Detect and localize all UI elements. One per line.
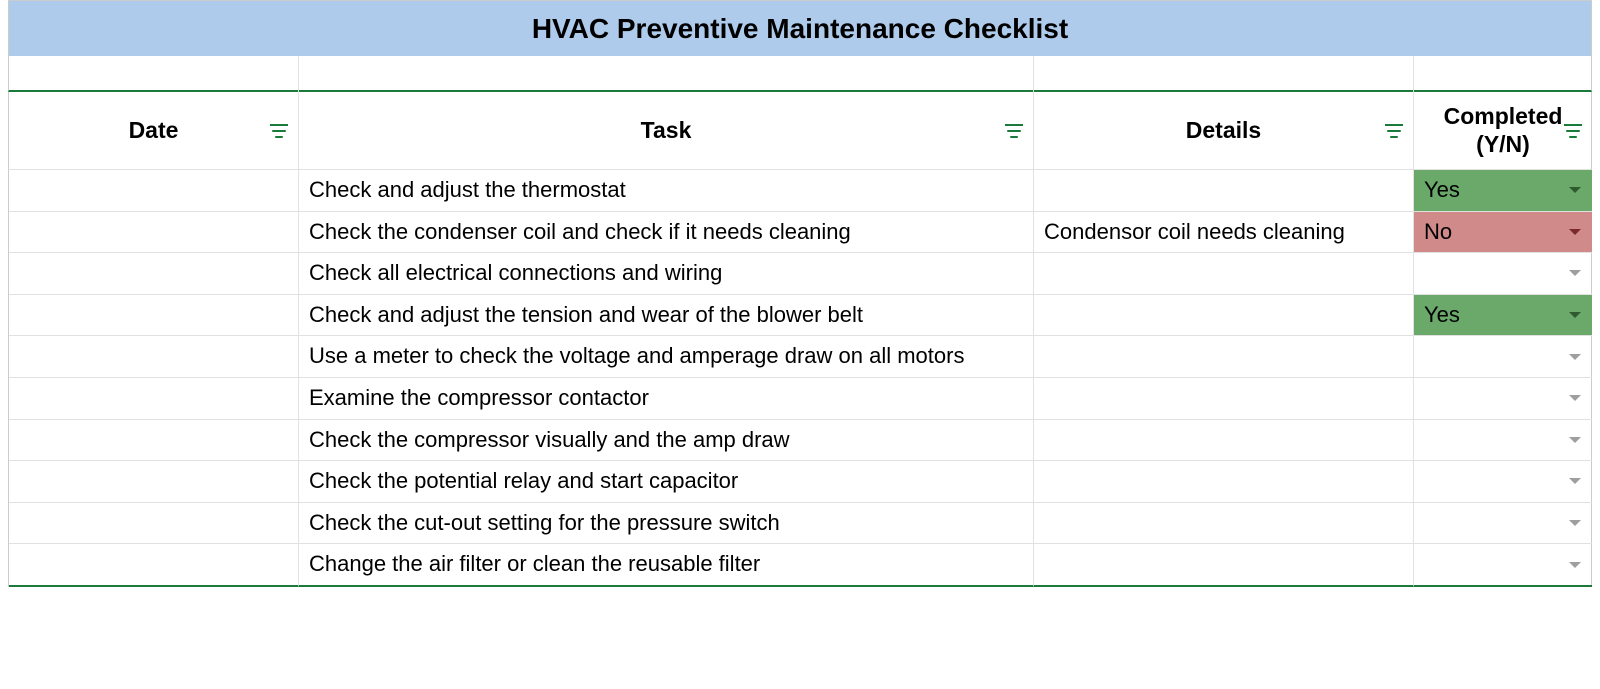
header-details-label: Details bbox=[1044, 117, 1403, 145]
filter-icon[interactable] bbox=[1005, 124, 1023, 138]
cell-completed[interactable] bbox=[1414, 544, 1592, 587]
cell-date[interactable] bbox=[9, 503, 299, 545]
sheet-title-cell[interactable]: HVAC Preventive Maintenance Checklist bbox=[8, 0, 1592, 56]
spreadsheet-grid: HVAC Preventive Maintenance Checklist Da… bbox=[8, 0, 1592, 587]
cell-details[interactable] bbox=[1034, 295, 1414, 337]
cell-completed[interactable] bbox=[1414, 420, 1592, 462]
completed-value: No bbox=[1424, 218, 1582, 247]
chevron-down-icon[interactable] bbox=[1568, 560, 1582, 570]
header-details[interactable]: Details bbox=[1034, 92, 1414, 170]
filter-icon[interactable] bbox=[1385, 124, 1403, 138]
header-completed[interactable]: Completed (Y/N) bbox=[1414, 92, 1592, 170]
cell-completed[interactable] bbox=[1414, 461, 1592, 503]
table-row: Change the air filter or clean the reusa… bbox=[8, 544, 1592, 587]
table-row: Check the condenser coil and check if it… bbox=[8, 212, 1592, 254]
header-row: Date Task Details Completed (Y/N) bbox=[8, 92, 1592, 170]
cell-date[interactable] bbox=[9, 253, 299, 295]
table-row: Check the potential relay and start capa… bbox=[8, 461, 1592, 503]
cell-task[interactable]: Change the air filter or clean the reusa… bbox=[299, 544, 1034, 587]
cell-completed[interactable] bbox=[1414, 336, 1592, 378]
cell-task[interactable]: Check the condenser coil and check if it… bbox=[299, 212, 1034, 254]
cell-date[interactable] bbox=[9, 420, 299, 462]
header-completed-label: Completed (Y/N) bbox=[1424, 103, 1582, 158]
chevron-down-icon[interactable] bbox=[1568, 227, 1582, 237]
cell-completed[interactable]: Yes bbox=[1414, 170, 1592, 212]
completed-value: Yes bbox=[1424, 301, 1582, 330]
chevron-down-icon[interactable] bbox=[1568, 310, 1582, 320]
cell-completed[interactable] bbox=[1414, 378, 1592, 420]
table-row: Check the compressor visually and the am… bbox=[8, 420, 1592, 462]
chevron-down-icon[interactable] bbox=[1568, 393, 1582, 403]
cell-date[interactable] bbox=[9, 378, 299, 420]
cell-date[interactable] bbox=[9, 170, 299, 212]
chevron-down-icon[interactable] bbox=[1568, 518, 1582, 528]
table-row: Use a meter to check the voltage and amp… bbox=[8, 336, 1592, 378]
cell-task[interactable]: Check the cut-out setting for the pressu… bbox=[299, 503, 1034, 545]
chevron-down-icon[interactable] bbox=[1568, 476, 1582, 486]
cell-details[interactable] bbox=[1034, 544, 1414, 587]
header-date[interactable]: Date bbox=[9, 92, 299, 170]
table-row: Check and adjust the tension and wear of… bbox=[8, 295, 1592, 337]
cell-details[interactable] bbox=[1034, 336, 1414, 378]
completed-value: Yes bbox=[1424, 176, 1582, 205]
cell-task[interactable]: Check and adjust the tension and wear of… bbox=[299, 295, 1034, 337]
cell-date[interactable] bbox=[9, 295, 299, 337]
cell-details[interactable] bbox=[1034, 253, 1414, 295]
table-row: Check all electrical connections and wir… bbox=[8, 253, 1592, 295]
table-row: Check the cut-out setting for the pressu… bbox=[8, 503, 1592, 545]
cell-task[interactable]: Check and adjust the thermostat bbox=[299, 170, 1034, 212]
filter-icon[interactable] bbox=[1564, 124, 1582, 138]
cell-task[interactable]: Check the potential relay and start capa… bbox=[299, 461, 1034, 503]
filter-icon[interactable] bbox=[270, 124, 288, 138]
cell-task[interactable]: Use a meter to check the voltage and amp… bbox=[299, 336, 1034, 378]
cell-details[interactable] bbox=[1034, 170, 1414, 212]
cell-date[interactable] bbox=[9, 212, 299, 254]
cell-completed[interactable]: Yes bbox=[1414, 295, 1592, 337]
cell-details[interactable] bbox=[1034, 420, 1414, 462]
header-task[interactable]: Task bbox=[299, 92, 1034, 170]
table-body: Check and adjust the thermostatYesCheck … bbox=[8, 170, 1592, 587]
chevron-down-icon[interactable] bbox=[1568, 185, 1582, 195]
cell-task[interactable]: Check the compressor visually and the am… bbox=[299, 420, 1034, 462]
cell-completed[interactable] bbox=[1414, 503, 1592, 545]
chevron-down-icon[interactable] bbox=[1568, 435, 1582, 445]
chevron-down-icon[interactable] bbox=[1568, 352, 1582, 362]
cell-details[interactable] bbox=[1034, 503, 1414, 545]
cell-completed[interactable]: No bbox=[1414, 212, 1592, 254]
chevron-down-icon[interactable] bbox=[1568, 268, 1582, 278]
cell-details[interactable]: Condensor coil needs cleaning bbox=[1034, 212, 1414, 254]
cell-details[interactable] bbox=[1034, 461, 1414, 503]
cell-task[interactable]: Check all electrical connections and wir… bbox=[299, 253, 1034, 295]
header-task-label: Task bbox=[309, 117, 1023, 145]
sheet-title: HVAC Preventive Maintenance Checklist bbox=[532, 13, 1068, 45]
cell-date[interactable] bbox=[9, 336, 299, 378]
cell-date[interactable] bbox=[9, 544, 299, 587]
cell-details[interactable] bbox=[1034, 378, 1414, 420]
cell-date[interactable] bbox=[9, 461, 299, 503]
cell-completed[interactable] bbox=[1414, 253, 1592, 295]
table-row: Examine the compressor contactor bbox=[8, 378, 1592, 420]
spacer-row bbox=[8, 56, 1592, 92]
header-date-label: Date bbox=[19, 117, 288, 145]
table-row: Check and adjust the thermostat Yes bbox=[8, 170, 1592, 212]
cell-task[interactable]: Examine the compressor contactor bbox=[299, 378, 1034, 420]
